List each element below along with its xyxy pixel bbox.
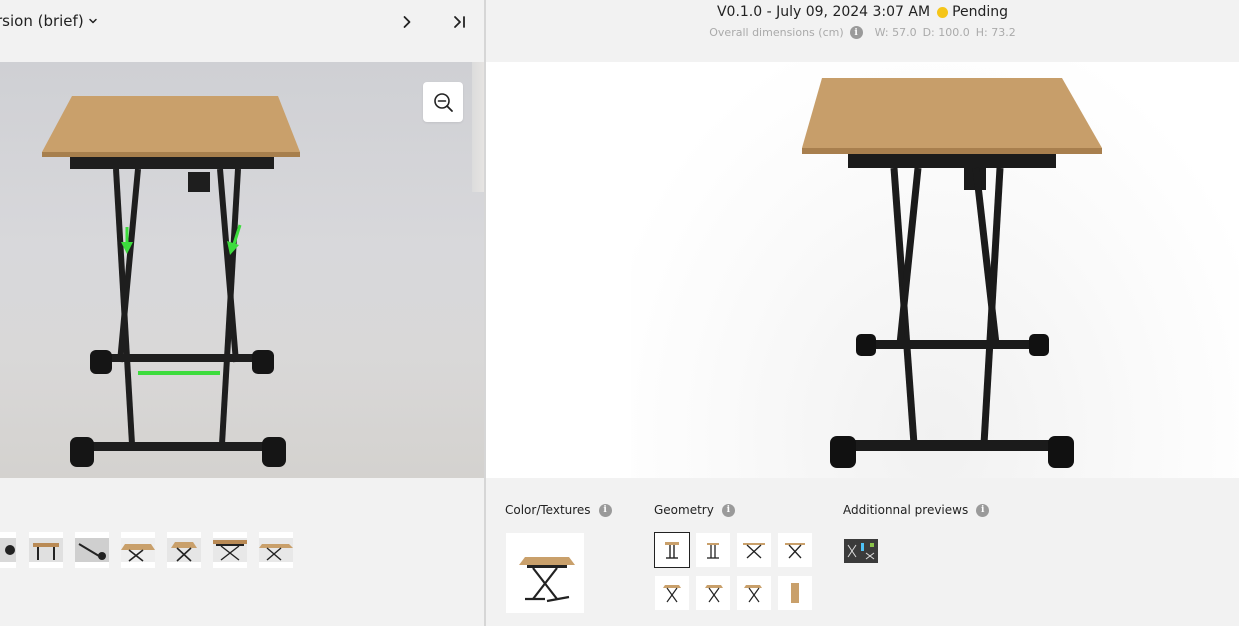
geometry-section-title: Geometry i [654, 503, 735, 517]
dimensions-label: Overall dimensions (cm) [709, 26, 844, 39]
version-info: V0.1.0 - July 09, 2024 3:07 AM Pending [486, 4, 1239, 20]
version-label: V0.1.0 - July 09, 2024 3:07 AM [716, 4, 931, 20]
geometry-option-top[interactable] [778, 576, 812, 610]
reference-table-photo [42, 96, 300, 467]
next-image-button[interactable] [397, 12, 417, 32]
info-icon[interactable]: i [976, 503, 990, 517]
thumbnail[interactable] [167, 532, 201, 568]
dimension-depth: D: 100.0 [922, 26, 970, 39]
thumbnail[interactable] [29, 532, 63, 568]
color-textures-section-title: Color/Textures i [505, 503, 612, 517]
status-label: Pending [952, 4, 1009, 20]
zoom-out-icon [434, 93, 453, 112]
3d-render-viewport[interactable] [486, 62, 1239, 478]
thumbnail[interactable] [213, 532, 247, 568]
geometry-label: Geometry [654, 503, 714, 517]
geometry-option-front[interactable] [654, 532, 690, 568]
reference-header: rsion (brief) [0, 0, 484, 62]
thumbnail[interactable] [121, 532, 155, 568]
last-image-button[interactable] [449, 12, 469, 32]
dimensions-info: Overall dimensions (cm) i W: 57.0 D: 100… [486, 26, 1239, 39]
geometry-option-side[interactable] [737, 533, 771, 567]
additional-previews-label: Additionnal previews [843, 503, 969, 517]
dimension-height: H: 73.2 [975, 26, 1016, 39]
info-icon[interactable]: i [598, 503, 612, 517]
skip-to-end-icon [454, 16, 465, 28]
texture-preview-image [519, 557, 575, 603]
geometry-option-side-alt[interactable] [778, 533, 812, 567]
info-icon[interactable]: i [849, 26, 863, 39]
preview-image [844, 539, 878, 563]
zoom-out-button[interactable] [423, 82, 463, 122]
chevron-down-icon [88, 18, 97, 24]
geometry-option-perspective-3[interactable] [737, 576, 771, 610]
thumbnail[interactable] [75, 532, 109, 568]
color-texture-option[interactable] [506, 533, 584, 613]
rendered-table [802, 78, 1102, 468]
color-textures-label: Color/Textures [505, 503, 591, 517]
app-root: rsion (brief) V0.1.0 - July 09, 2024 3:0… [0, 0, 1239, 626]
dimension-width: W: 57.0 [874, 26, 917, 39]
additional-previews-section-title: Additionnal previews i [843, 503, 990, 517]
version-dropdown[interactable]: rsion (brief) [0, 12, 98, 30]
geometry-option-perspective-2[interactable] [696, 576, 730, 610]
thumbnail[interactable] [259, 532, 293, 568]
status-dot [937, 6, 949, 18]
thumbnail[interactable] [0, 532, 16, 568]
render-panel: V0.1.0 - July 09, 2024 3:07 AM Pending O… [486, 0, 1239, 626]
chevron-right-icon [403, 16, 411, 28]
version-dropdown-label: rsion (brief) [0, 12, 84, 30]
additional-preview-thumbnail[interactable] [844, 539, 878, 563]
geometry-option-back[interactable] [696, 533, 730, 567]
info-icon[interactable]: i [721, 503, 735, 517]
variants-panel: Color/Textures i Geometry i Additionnal … [486, 478, 1239, 626]
reference-panel: rsion (brief) [0, 0, 484, 626]
geometry-option-perspective-1[interactable] [655, 576, 689, 610]
reference-photo [0, 62, 484, 478]
reference-thumbnails [0, 532, 484, 568]
render-header: V0.1.0 - July 09, 2024 3:07 AM Pending O… [486, 0, 1239, 62]
